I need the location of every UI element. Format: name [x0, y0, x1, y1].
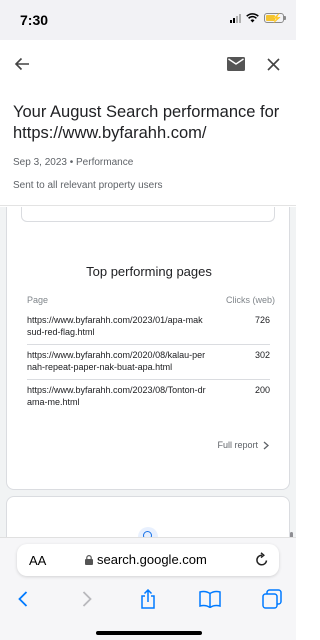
- browser-back-button[interactable]: [10, 586, 36, 612]
- browser-forward-button[interactable]: [74, 586, 100, 612]
- bookmarks-button[interactable]: [197, 586, 223, 612]
- full-report-label: Full report: [217, 440, 258, 450]
- previous-section-edge: [21, 207, 275, 222]
- status-icons: ⚡: [230, 13, 286, 23]
- meta-separator: •: [69, 157, 74, 168]
- back-button[interactable]: [10, 52, 34, 76]
- url-field[interactable]: search.google.com: [85, 552, 207, 567]
- page-clicks: 200: [254, 385, 270, 395]
- mail-icon: [227, 57, 245, 71]
- table-row: https://www.byfarahh.com/2020/08/kalau-p…: [27, 345, 270, 380]
- chevron-right-icon: [263, 441, 269, 449]
- home-indicator[interactable]: [96, 631, 202, 635]
- column-header-page: Page: [27, 295, 49, 305]
- lock-icon: [85, 554, 93, 565]
- browser-toolbar: AA search.google.com: [0, 537, 296, 640]
- wifi-icon: [246, 13, 259, 23]
- email-meta: Sep 3, 2023 • Performance: [13, 157, 133, 168]
- close-button[interactable]: [261, 52, 285, 76]
- reload-button[interactable]: [255, 552, 269, 572]
- next-section-card: [6, 496, 290, 537]
- text-size-button[interactable]: AA: [29, 553, 46, 568]
- page-clicks: 302: [254, 350, 270, 360]
- url-text: search.google.com: [97, 552, 207, 567]
- share-icon: [141, 589, 155, 609]
- table-row: https://www.byfarahh.com/2023/08/Tonton-…: [27, 380, 270, 414]
- status-bar: 7:30 ⚡: [0, 0, 296, 40]
- address-bar[interactable]: AA search.google.com: [17, 544, 279, 576]
- column-header-clicks: Clicks (web): [225, 295, 275, 305]
- top-pages-table: https://www.byfarahh.com/2023/01/apa-mak…: [27, 310, 270, 414]
- email-category: Performance: [76, 157, 134, 168]
- page-url[interactable]: https://www.byfarahh.com/2020/08/kalau-p…: [27, 349, 207, 373]
- share-button[interactable]: [135, 586, 161, 612]
- top-pages-title: Top performing pages: [86, 264, 212, 279]
- email-header: Your August Search performance for https…: [0, 90, 296, 206]
- bookmarks-icon: [199, 590, 221, 608]
- arrow-left-icon: [14, 57, 29, 71]
- email-subject: Your August Search performance for https…: [13, 103, 280, 142]
- email-toolbar: [0, 40, 296, 90]
- full-report-link[interactable]: Full report: [217, 440, 269, 450]
- email-body: Top performing pages Page Clicks (web) h…: [0, 207, 296, 537]
- email-recipients: Sent to all relevant property users: [13, 180, 163, 191]
- status-time: 7:30: [20, 12, 49, 28]
- browser-nav: [0, 586, 296, 612]
- page-url[interactable]: https://www.byfarahh.com/2023/01/apa-mak…: [27, 314, 207, 338]
- table-row: https://www.byfarahh.com/2023/01/apa-mak…: [27, 310, 270, 345]
- page-url[interactable]: https://www.byfarahh.com/2023/08/Tonton-…: [27, 384, 207, 408]
- mail-button[interactable]: [224, 52, 248, 76]
- page-clicks: 726: [254, 315, 270, 325]
- cellular-signal-icon: [230, 13, 241, 23]
- chevron-right-icon: [82, 591, 92, 607]
- top-pages-card: Top performing pages Page Clicks (web) h…: [6, 207, 290, 490]
- chevron-left-icon: [18, 591, 28, 607]
- close-icon: [266, 57, 280, 71]
- reload-icon: [256, 552, 268, 566]
- email-date: Sep 3, 2023: [13, 157, 67, 168]
- tabs-button[interactable]: [259, 586, 285, 612]
- tabs-icon: [262, 589, 282, 609]
- search-icon: [138, 527, 158, 537]
- battery-icon: ⚡: [264, 13, 286, 23]
